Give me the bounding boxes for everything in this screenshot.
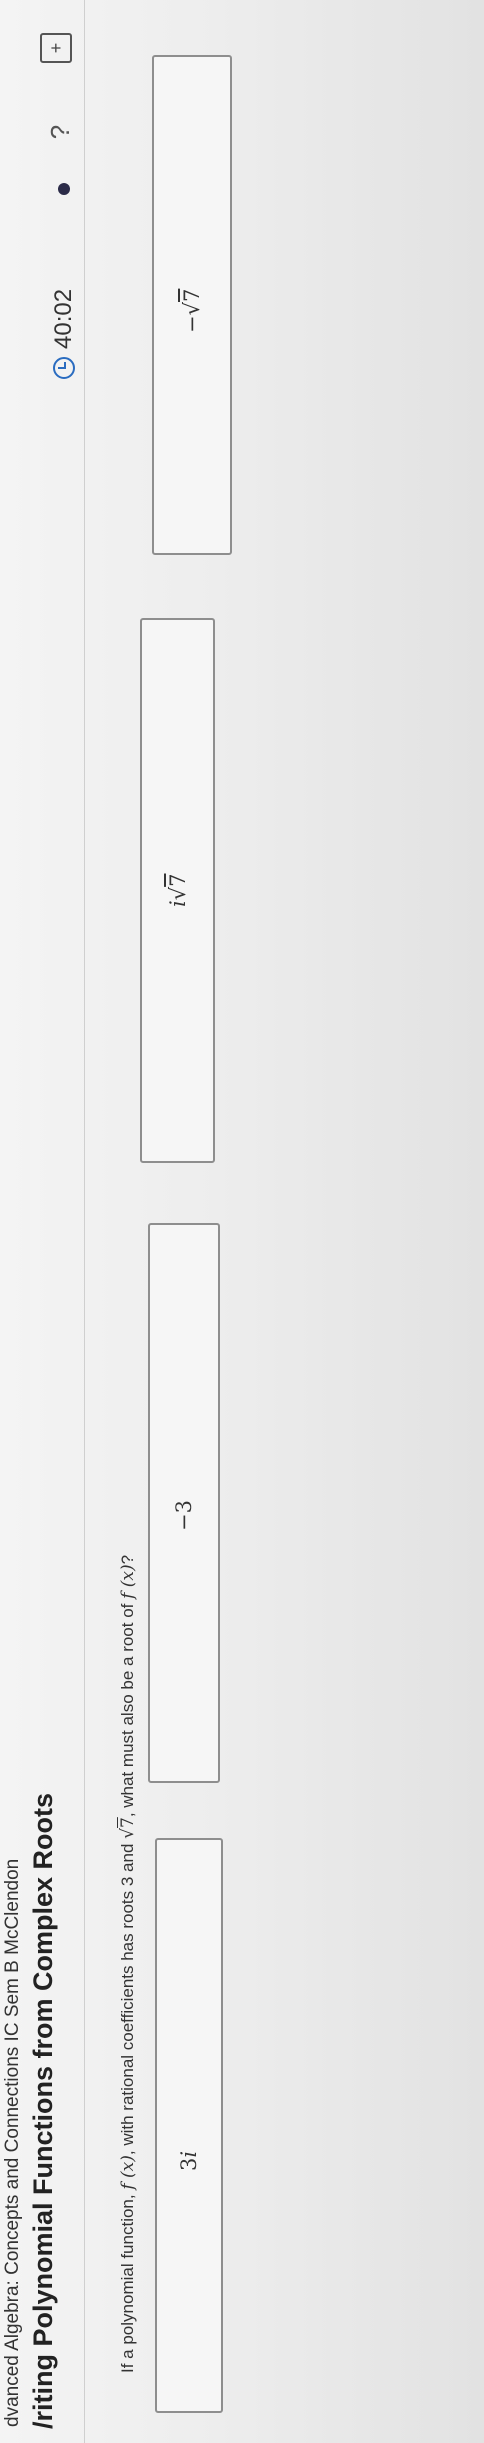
answer-choice-b-label: −3 — [172, 1500, 196, 1531]
answer-choice-a-number: 3 — [177, 2157, 201, 2171]
question-part4: ? — [118, 1554, 137, 1565]
answer-choice-c-label: i√7 — [166, 874, 190, 907]
lesson-title: /riting Polynomial Functions from Comple… — [28, 1792, 58, 2429]
answer-choice-d-radical: √ — [180, 302, 204, 316]
answer-choice-d-label: −√7 — [180, 289, 204, 333]
course-title: dvanced Algebra: Concepts and Connection… — [2, 1858, 23, 2427]
status-dot — [58, 183, 70, 195]
answer-choice-c-imaginary-unit: i — [165, 900, 190, 907]
answer-choice-a-label: 3i — [177, 2151, 201, 2171]
clock-icon — [53, 357, 75, 379]
answer-choice-b[interactable]: −3 — [148, 1223, 220, 1783]
answer-choice-a[interactable]: 3i — [155, 1838, 223, 2413]
question-part1: If a polynomial function, — [118, 2189, 137, 2373]
question-root-sqrt: √ — [118, 1828, 138, 1839]
question-part3: , what must also be a root of — [118, 1598, 137, 1818]
answer-choice-d[interactable]: −√7 — [152, 55, 232, 555]
answer-choice-c-radical: √ — [165, 886, 190, 901]
question-function-2: f (x) — [118, 1564, 138, 1599]
answer-choice-d-sign: − — [180, 315, 204, 333]
calculator-glyph: + — [46, 42, 66, 54]
timer-value: 40:02 — [50, 288, 77, 349]
calculator-icon[interactable]: + — [40, 33, 72, 63]
question-text: If a polynomial function, f (x), with ra… — [118, 1555, 138, 2373]
lesson-page: dvanced Algebra: Concepts and Connection… — [0, 0, 484, 2443]
lightbulb-icon[interactable]: ? — [44, 121, 76, 143]
answer-choice-c-radicand: 7 — [165, 873, 190, 887]
answer-choice-d-radicand: 7 — [180, 288, 204, 302]
question-function: f (x) — [118, 2155, 138, 2190]
answer-choice-c[interactable]: i√7 — [140, 618, 215, 1163]
timer: 40:02 — [50, 289, 78, 379]
question-part2: , with rational coefficients has roots 3… — [118, 1838, 137, 2156]
header-divider — [84, 0, 85, 2443]
question-root-radicand: 7 — [118, 1817, 138, 1828]
answer-choice-a-imaginary-unit: i — [177, 2150, 201, 2158]
